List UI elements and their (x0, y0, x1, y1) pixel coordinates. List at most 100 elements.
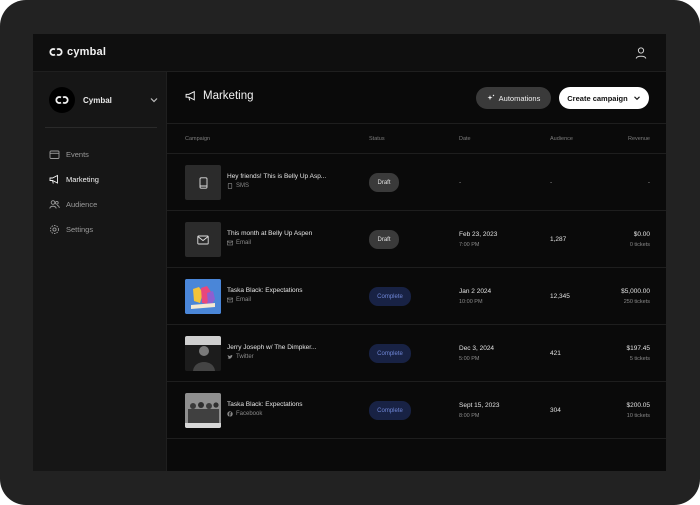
column-header-revenue[interactable]: Revenue (628, 136, 650, 142)
device-frame: cymbal Cymbal Events Marketing Audience … (0, 0, 700, 505)
brand-logo[interactable]: cymbal (49, 46, 106, 58)
campaign-channel: SMS (227, 183, 249, 189)
workspace-switcher[interactable]: Cymbal (49, 87, 159, 113)
campaign-date: Dec 3, 2024 (459, 345, 495, 352)
campaign-time: 7:00 PM (459, 242, 480, 248)
sparkle-icon (487, 94, 494, 101)
campaign-revenue: $197.45 (626, 345, 651, 352)
sidebar-divider (45, 127, 157, 128)
table-row[interactable]: This month at Belly Up Aspen Email Draft… (167, 211, 666, 268)
campaign-channel: Facebook (227, 411, 262, 417)
campaign-date: Feb 23, 2023 (459, 231, 498, 238)
main-content: Marketing Automations Create campaign Ca… (167, 72, 666, 471)
photo-image (185, 336, 221, 371)
status-badge: Complete (369, 401, 411, 420)
sidebar-item-label: Audience (66, 200, 98, 209)
artwork-image (185, 279, 221, 314)
campaign-time: 5:00 PM (459, 356, 480, 362)
user-icon[interactable] (634, 46, 648, 60)
campaign-audience: 12,345 (550, 293, 570, 300)
campaign-tickets: 250 tickets (623, 299, 650, 305)
channel-label: Email (236, 240, 252, 246)
phone-icon (227, 183, 233, 189)
campaign-time: 10:00 PM (459, 299, 483, 305)
table-row[interactable]: Taska Black: Expectations Facebook Compl… (167, 382, 666, 439)
envelope-icon (227, 240, 233, 246)
people-icon (49, 200, 60, 209)
campaign-name[interactable]: Jerry Joseph w/ The Dimpker... (227, 344, 316, 351)
table-row[interactable]: Hey friends! This is Belly Up Asp... SMS… (167, 154, 666, 211)
campaign-name[interactable]: This month at Belly Up Aspen (227, 230, 312, 237)
table-header: Campaign Status Date Audience Revenue (167, 124, 666, 154)
channel-label: SMS (236, 183, 250, 189)
sidebar-item-settings[interactable]: Settings (49, 217, 99, 242)
cymbal-logo-icon (55, 96, 69, 104)
sidebar-item-audience[interactable]: Audience (49, 192, 99, 217)
channel-label: Facebook (236, 411, 263, 417)
campaign-audience: 1,287 (550, 236, 567, 243)
campaign-name[interactable]: Taska Black: Expectations (227, 401, 303, 408)
campaign-revenue: $200.05 (626, 402, 651, 409)
campaign-date: - (459, 179, 462, 186)
top-bar: cymbal (33, 34, 666, 72)
campaign-audience: - (550, 179, 553, 186)
campaign-thumbnail (185, 336, 221, 371)
automations-button[interactable]: Automations (476, 87, 551, 109)
phone-icon (199, 176, 207, 189)
sidebar-item-label: Marketing (66, 175, 99, 184)
megaphone-icon (185, 90, 195, 101)
status-badge: Complete (369, 287, 411, 306)
photo-image (185, 393, 221, 428)
status-badge: Draft (369, 173, 399, 192)
sidebar-nav: Events Marketing Audience Settings (49, 142, 99, 242)
page-title: Marketing (203, 90, 254, 102)
campaign-audience: 304 (550, 407, 561, 414)
status-badge: Draft (369, 230, 399, 249)
campaign-tickets: 10 tickets (626, 413, 650, 419)
envelope-icon (227, 297, 233, 303)
channel-label: Email (236, 297, 252, 303)
page-header: Marketing Automations Create campaign (167, 72, 666, 124)
campaign-channel: Twitter (227, 354, 254, 360)
campaign-channel: Email (227, 240, 251, 246)
status-badge: Complete (369, 344, 411, 363)
campaign-channel: Email (227, 297, 251, 303)
campaign-revenue: $5,000.00 (621, 288, 650, 295)
automations-label: Automations (498, 93, 541, 103)
page-title-group: Marketing (185, 90, 254, 102)
app-screen: cymbal Cymbal Events Marketing Audience … (33, 34, 666, 471)
sidebar-item-marketing[interactable]: Marketing (49, 167, 99, 192)
campaign-tickets: 0 tickets (629, 242, 650, 248)
campaign-name[interactable]: Taska Black: Expectations (227, 287, 303, 294)
campaign-revenue: - (647, 179, 650, 186)
chevron-down-icon (633, 96, 640, 101)
workspace-name: Cymbal (83, 95, 112, 105)
campaign-thumbnail (185, 393, 221, 428)
campaign-thumbnail (185, 222, 221, 257)
calendar-icon (49, 150, 60, 159)
column-header-status[interactable]: Status (369, 136, 385, 142)
table-row[interactable]: Jerry Joseph w/ The Dimpker... Twitter C… (167, 325, 666, 382)
megaphone-icon (49, 174, 58, 184)
cymbal-logo-icon (49, 48, 63, 56)
sidebar-item-events[interactable]: Events (49, 142, 99, 167)
campaign-revenue: $0.00 (633, 231, 650, 238)
column-header-date[interactable]: Date (459, 136, 471, 142)
column-header-audience[interactable]: Audience (550, 136, 573, 142)
column-header-campaign[interactable]: Campaign (185, 136, 210, 142)
brand-name: cymbal (67, 46, 107, 58)
campaign-audience: 421 (550, 350, 561, 357)
chevron-down-icon[interactable] (149, 95, 159, 105)
create-campaign-button[interactable]: Create campaign (559, 87, 649, 109)
campaign-date: Jan 2 2024 (459, 288, 492, 295)
envelope-icon (197, 235, 209, 244)
campaign-name[interactable]: Hey friends! This is Belly Up Asp... (227, 173, 326, 180)
campaign-tickets: 5 tickets (629, 356, 650, 362)
table-row[interactable]: Taska Black: Expectations Email Complete… (167, 268, 666, 325)
sidebar: Cymbal Events Marketing Audience Setting… (33, 72, 167, 471)
gear-icon (50, 225, 59, 234)
campaign-thumbnail (185, 279, 221, 314)
sidebar-item-label: Events (66, 150, 89, 159)
sidebar-item-label: Settings (66, 225, 94, 234)
workspace-avatar (49, 87, 75, 113)
